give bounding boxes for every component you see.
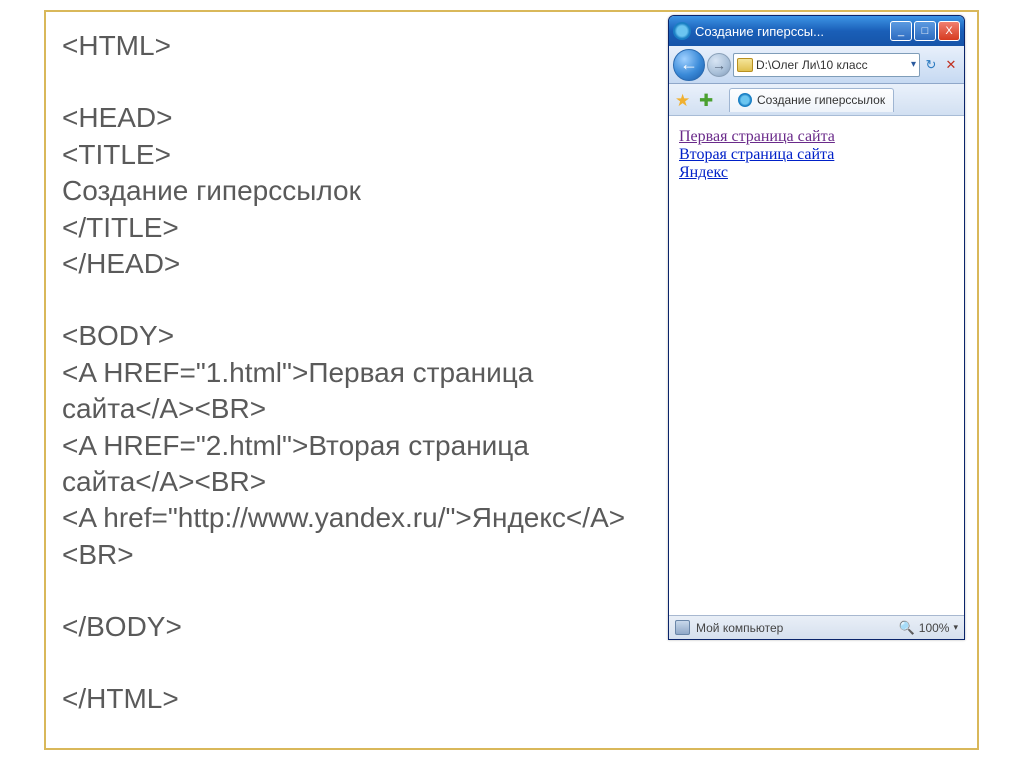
- code-line: <A HREF="1.html">Первая страница сайта</…: [62, 355, 652, 428]
- zoom-control[interactable]: 🔍 100% ▾: [899, 620, 958, 636]
- code-line: </TITLE>: [62, 210, 652, 246]
- code-line: <A HREF="2.html">Вторая страница сайта</…: [62, 428, 652, 501]
- code-line: </HTML>: [62, 681, 652, 717]
- hyperlink-second-page[interactable]: Вторая страница сайта: [679, 146, 834, 163]
- ie-logo-icon: [738, 93, 752, 107]
- hyperlink-first-page[interactable]: Первая страница сайта: [679, 128, 835, 145]
- ie-browser-window: Создание гиперссы... _ □ X ← → D:\Олег Л…: [668, 15, 965, 640]
- zoom-value: 100%: [919, 621, 950, 635]
- magnifier-icon: 🔍: [899, 620, 915, 636]
- ie-logo-icon: [673, 22, 691, 40]
- html-source-code: <HTML> <HEAD> <TITLE> Создание гиперссыл…: [62, 28, 652, 718]
- code-line: </BODY>: [62, 609, 652, 645]
- window-titlebar[interactable]: Создание гиперссы... _ □ X: [669, 16, 964, 46]
- code-line: </HEAD>: [62, 246, 652, 282]
- refresh-button[interactable]: ↻: [922, 56, 940, 74]
- zoom-dropdown-icon[interactable]: ▾: [953, 622, 958, 633]
- forward-button[interactable]: →: [707, 53, 731, 77]
- address-text: D:\Олег Ли\10 класс: [756, 58, 868, 72]
- browser-tab[interactable]: Создание гиперссылок: [729, 88, 894, 112]
- favorites-star-icon[interactable]: ★: [675, 91, 693, 109]
- stop-button[interactable]: ✕: [942, 56, 960, 74]
- status-bar: Мой компьютер 🔍 100% ▾: [669, 615, 964, 639]
- folder-icon: [737, 58, 753, 72]
- window-title: Создание гиперссы...: [695, 24, 890, 39]
- computer-icon: [675, 620, 690, 635]
- status-zone: Мой компьютер: [696, 621, 783, 635]
- page-content: Первая страница сайта Вторая страница са…: [669, 116, 964, 586]
- window-buttons: _ □ X: [890, 21, 960, 41]
- code-line: Создание гиперссылок: [62, 173, 652, 209]
- tab-label: Создание гиперссылок: [757, 93, 885, 107]
- code-line: <TITLE>: [62, 137, 652, 173]
- address-dropdown-icon[interactable]: ▾: [911, 59, 916, 70]
- minimize-button[interactable]: _: [890, 21, 912, 41]
- code-line: <BODY>: [62, 318, 652, 354]
- close-button[interactable]: X: [938, 21, 960, 41]
- hyperlink-yandex[interactable]: Яндекс: [679, 164, 728, 181]
- navigation-toolbar: ← → D:\Олег Ли\10 класс ▾ ↻ ✕: [669, 46, 964, 84]
- code-line: <HTML>: [62, 28, 652, 64]
- code-line: <A href="http://www.yandex.ru/">Яндекс</…: [62, 500, 652, 573]
- address-bar[interactable]: D:\Олег Ли\10 класс ▾: [733, 53, 920, 77]
- add-favorite-icon[interactable]: ✚: [699, 91, 717, 109]
- maximize-button[interactable]: □: [914, 21, 936, 41]
- code-line: <HEAD>: [62, 100, 652, 136]
- back-button[interactable]: ←: [673, 49, 705, 81]
- favorites-bar: ★ ✚ Создание гиперссылок: [669, 84, 964, 116]
